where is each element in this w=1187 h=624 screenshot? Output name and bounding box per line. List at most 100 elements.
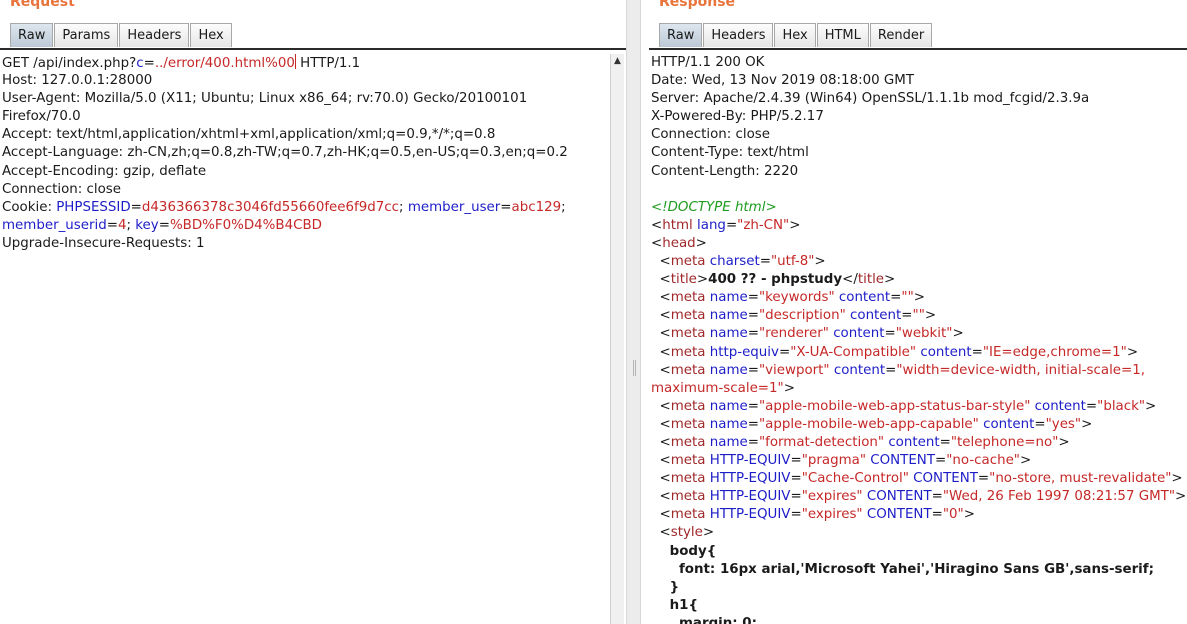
- response-token: <: [651, 290, 671, 306]
- tab-response-headers[interactable]: Headers: [703, 23, 774, 47]
- response-token: meta: [670, 398, 706, 414]
- request-line: Cookie: PHPSESSID=d436366378c3046fd55660…: [2, 199, 608, 217]
- request-line: Accept: text/html,application/xhtml+xml,…: [2, 126, 608, 144]
- response-token: =: [747, 308, 759, 324]
- tab-request-hex[interactable]: Hex: [190, 23, 232, 47]
- response-token: "": [901, 290, 914, 306]
- response-token: meta: [670, 434, 706, 450]
- response-token: name: [709, 398, 748, 414]
- response-line: X-Powered-By: PHP/5.2.17: [651, 108, 1187, 126]
- response-token: =: [778, 344, 791, 360]
- response-token: =: [884, 326, 896, 342]
- response-token: <: [651, 453, 671, 469]
- response-token: style: [670, 525, 703, 541]
- request-token: ../error/400.html%00: [154, 56, 295, 71]
- response-line: <meta HTTP-EQUIV="Cache-Control" CONTENT…: [651, 470, 1187, 488]
- response-line: Content-Type: text/html: [651, 144, 1187, 162]
- response-token: "width=device-width, initial-scale=1,: [896, 362, 1146, 378]
- request-token: ;: [126, 217, 136, 233]
- tab-response-render[interactable]: Render: [869, 23, 933, 47]
- response-token: <: [651, 254, 671, 270]
- response-token: Server: Apache/2.4.39 (Win64) OpenSSL/1.…: [651, 91, 1090, 107]
- request-tabs: Raw Params Headers Hex: [10, 23, 233, 47]
- response-token: >: [884, 272, 896, 288]
- request-token: =: [500, 199, 512, 215]
- response-token: "format-detection": [758, 434, 885, 450]
- response-token: <: [651, 416, 671, 432]
- response-token: "no-store, must-revalidate": [989, 471, 1172, 487]
- response-token: =: [890, 290, 902, 306]
- response-token: "IE=edge,chrome=1": [982, 344, 1127, 360]
- request-token: User-Agent: Mozilla/5.0 (X11; Ubuntu; Li…: [2, 91, 528, 107]
- response-token: >: [1175, 489, 1187, 505]
- response-token: >: [952, 326, 964, 342]
- response-line: <title>400 ?? - phpstudy</title>: [651, 271, 1187, 289]
- response-token: =: [1085, 398, 1098, 414]
- response-line: Date: Wed, 13 Nov 2019 08:18:00 GMT: [651, 72, 1187, 90]
- response-token: name: [709, 416, 748, 432]
- response-token: "black": [1097, 398, 1146, 414]
- request-editor[interactable]: GET /api/index.php?c=../error/400.html%0…: [2, 54, 608, 253]
- response-token: <!DOCTYPE html>: [651, 199, 777, 215]
- response-line: <meta name="renderer" content="webkit">: [651, 325, 1187, 343]
- tab-request-params[interactable]: Params: [54, 23, 119, 47]
- response-line: <meta http-equiv="X-UA-Compatible" conte…: [651, 344, 1187, 362]
- response-token: <: [651, 434, 671, 450]
- response-token: meta: [670, 290, 706, 306]
- request-line: GET /api/index.php?c=../error/400.html%0…: [2, 54, 608, 72]
- response-token: =: [759, 254, 772, 270]
- response-token: HTTP-EQUIV: [709, 507, 791, 523]
- response-token: =: [971, 344, 983, 360]
- response-editor[interactable]: HTTP/1.1 200 OK Date: Wed, 13 Nov 2019 08…: [651, 54, 1187, 624]
- response-line: Connection: close: [651, 126, 1187, 144]
- request-scrollbar[interactable]: ▲: [610, 54, 624, 624]
- response-token: content: [833, 362, 886, 378]
- response-token: >: [1126, 344, 1139, 360]
- response-token: >: [1171, 471, 1183, 487]
- tab-response-html[interactable]: HTML: [816, 23, 869, 47]
- response-token: title: [670, 272, 697, 288]
- response-token: HTTP-EQUIV: [709, 453, 791, 469]
- response-token: <: [651, 471, 671, 487]
- response-token: =: [901, 308, 913, 324]
- response-line: <!DOCTYPE html>: [651, 199, 1187, 217]
- response-token: >: [1019, 453, 1032, 469]
- response-tab-underline: [649, 48, 1187, 50]
- response-token: "renderer": [758, 326, 829, 342]
- request-token: %BD%F0%D4%B4CBD: [169, 217, 322, 233]
- response-line: Content-Length: 2220: [651, 163, 1187, 181]
- tab-request-raw[interactable]: Raw: [10, 23, 54, 47]
- response-token: content: [920, 344, 972, 360]
- response-token: HTTP-EQUIV: [709, 471, 791, 487]
- request-token: =: [158, 217, 170, 233]
- response-token: "apple-mobile-web-app-status-bar-style": [758, 398, 1031, 414]
- response-token: <: [651, 272, 671, 288]
- request-line: Accept-Language: zh-CN,zh;q=0.8,zh-TW;q=…: [2, 144, 608, 162]
- tab-response-hex[interactable]: Hex: [774, 23, 816, 47]
- scroll-up-arrow-icon[interactable]: ▲: [611, 56, 624, 66]
- response-token: meta: [670, 489, 706, 505]
- tab-request-headers[interactable]: Headers: [119, 23, 190, 47]
- response-line: <html lang="zh-CN">: [651, 217, 1187, 235]
- response-line: <meta HTTP-EQUIV="expires" CONTENT="Wed,…: [651, 488, 1187, 506]
- tab-response-raw[interactable]: Raw: [659, 23, 703, 47]
- response-token: >: [1058, 434, 1070, 450]
- response-token: CONTENT: [913, 471, 978, 487]
- response-token: "telephone=no": [950, 434, 1059, 450]
- request-title: Request: [10, 0, 75, 10]
- response-token: Content-Type: text/html: [651, 145, 809, 161]
- request-pane: Request Raw Params Headers Hex GET /api/…: [0, 0, 626, 624]
- response-token: content: [838, 290, 891, 306]
- pane-splitter[interactable]: [626, 0, 641, 624]
- response-token: content: [850, 308, 902, 324]
- response-token: meta: [670, 254, 706, 270]
- response-token: =: [931, 507, 943, 523]
- response-token: meta: [670, 507, 706, 523]
- response-line: Server: Apache/2.4.39 (Win64) OpenSSL/1.…: [651, 90, 1187, 108]
- response-title: Response: [659, 0, 736, 10]
- response-token: =: [790, 489, 802, 505]
- response-line: <style>: [651, 524, 1187, 542]
- request-token: =: [143, 56, 155, 71]
- splitter-grip-icon[interactable]: [633, 360, 636, 376]
- request-token: ;: [399, 199, 408, 215]
